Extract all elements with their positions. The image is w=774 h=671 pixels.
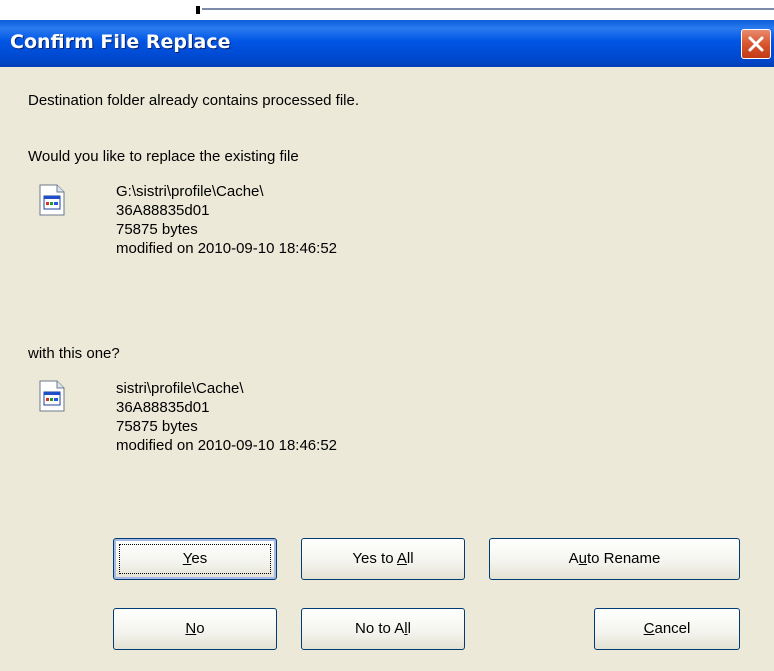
auto-rename-button-label: Auto Rename — [568, 550, 661, 567]
new-file-path: sistri\profile\Cache\ — [116, 380, 244, 397]
dialog-content: Destination folder already contains proc… — [0, 67, 774, 671]
existing-file-name: 36A88835d01 — [116, 202, 210, 219]
message-line: Destination folder already contains proc… — [28, 92, 360, 109]
new-file-details: sistri\profile\Cache\ 36A88835d01 75875 … — [116, 379, 337, 455]
document-icon — [39, 184, 65, 216]
confirm-file-replace-dialog: Confirm File Replace Destination folder … — [0, 20, 774, 671]
close-icon — [748, 36, 764, 52]
yes-to-all-button[interactable]: Yes to All — [301, 538, 465, 580]
window-title: Confirm File Replace — [10, 31, 231, 53]
cursor-mark — [196, 6, 200, 14]
new-file-modified: modified on 2010-09-10 18:46:52 — [116, 437, 338, 454]
yes-button[interactable]: Yes — [113, 538, 277, 580]
cancel-button[interactable]: Cancel — [594, 608, 740, 650]
new-file-question: with this one? — [28, 345, 120, 362]
title-bar[interactable]: Confirm File Replace — [0, 20, 774, 67]
yes-to-all-button-label: Yes to All — [352, 550, 414, 567]
no-button-label: No — [185, 620, 205, 637]
existing-file-details: G:\sistri\profile\Cache\ 36A88835d01 758… — [116, 182, 337, 258]
no-to-all-button[interactable]: No to All — [301, 608, 465, 650]
new-file-name: 36A88835d01 — [116, 399, 210, 416]
yes-button-label: Yes — [182, 550, 208, 567]
close-button[interactable] — [741, 29, 771, 59]
background-window-edge — [202, 8, 774, 10]
existing-file-question: Would you like to replace the existing f… — [28, 148, 299, 165]
no-to-all-button-label: No to All — [355, 620, 411, 637]
no-button[interactable]: No — [113, 608, 277, 650]
document-icon — [39, 380, 65, 412]
existing-file-size: 75875 bytes — [116, 221, 198, 238]
new-file-size: 75875 bytes — [116, 418, 198, 435]
background-strip — [0, 0, 774, 20]
auto-rename-button[interactable]: Auto Rename — [489, 538, 740, 580]
existing-file-path: G:\sistri\profile\Cache\ — [116, 183, 264, 200]
cancel-button-label: Cancel — [643, 620, 691, 637]
existing-file-modified: modified on 2010-09-10 18:46:52 — [116, 240, 338, 257]
